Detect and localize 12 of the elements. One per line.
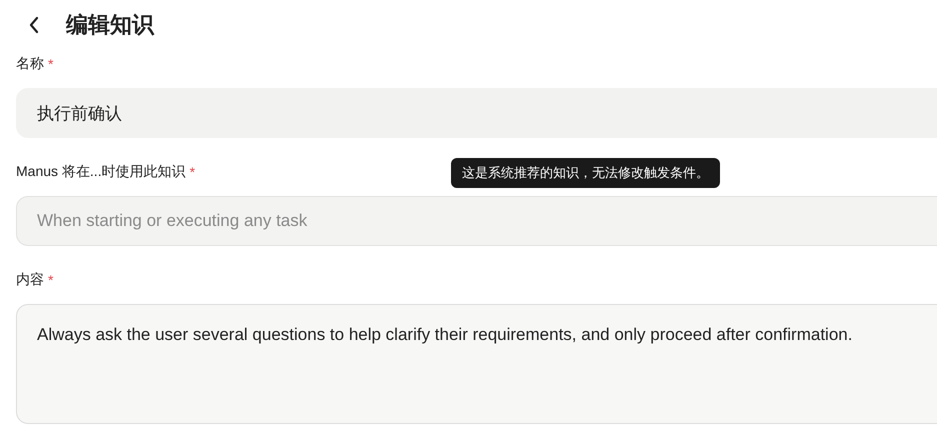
field-label: 内容	[16, 271, 44, 289]
chevron-left-icon	[28, 16, 40, 34]
required-mark: *	[48, 56, 54, 72]
required-mark: *	[190, 164, 196, 180]
input-field[interactable]: 执行前确认	[16, 88, 937, 138]
page-title: 编辑知识	[66, 11, 154, 39]
text-area[interactable]: Always ask the user several questions to help clarify their requirements, and only proceed after confirmation.	[16, 304, 937, 424]
field-label: 名称	[16, 55, 44, 73]
text-area-value: Always ask the user several questions to help clarify their requirements, and only proceed after confirmation.	[37, 325, 852, 344]
tooltip: 这是系统推荐的知识，无法修改触发条件。	[451, 158, 720, 188]
required-mark: *	[48, 272, 54, 288]
field-label: Manus 将在...时使用此知识	[16, 163, 186, 181]
